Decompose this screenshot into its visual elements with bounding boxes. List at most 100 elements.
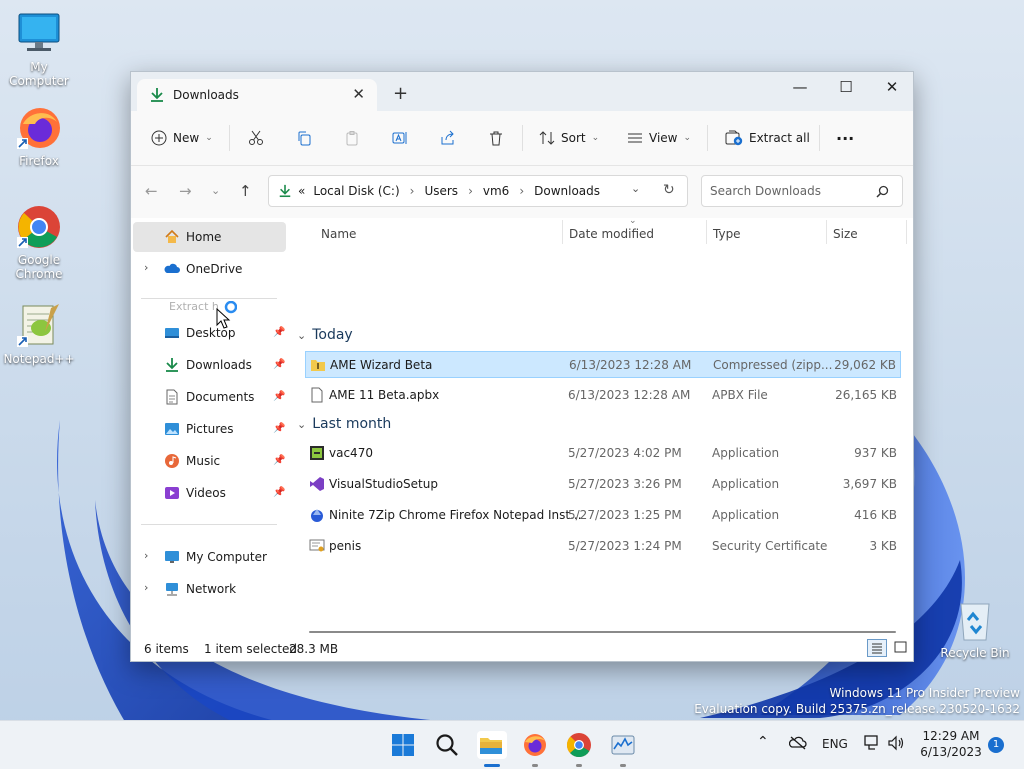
volume-tray-icon[interactable] (887, 735, 905, 754)
nav-item-my-computer[interactable]: › My Computer (133, 542, 286, 572)
file-row[interactable]: Ninite 7Zip Chrome Firefox Notepad Inst.… (305, 502, 901, 529)
file-type: Compressed (zipp... (713, 358, 833, 372)
taskbar-file-explorer[interactable] (477, 731, 507, 767)
breadcrumb-users[interactable]: Users (424, 184, 458, 198)
desktop-icon-recycle-bin[interactable]: Recycle Bin (936, 596, 1014, 660)
share-button[interactable] (440, 125, 456, 151)
chevron-right-icon[interactable]: › (144, 261, 148, 274)
group-header-today[interactable]: ⌄ Today (297, 327, 353, 343)
chevron-right-icon[interactable]: › (144, 581, 148, 594)
close-button[interactable]: ✕ (869, 72, 915, 102)
delete-button[interactable] (488, 125, 504, 151)
more-options-button[interactable]: ··· (836, 125, 854, 151)
group-label: Today (312, 327, 353, 343)
cut-button[interactable] (248, 125, 264, 151)
recent-locations-chevron-icon[interactable]: ⌄ (211, 184, 220, 197)
details-view-toggle[interactable] (867, 639, 887, 657)
maximize-button[interactable]: ☐ (823, 72, 869, 102)
notification-badge[interactable]: 1 (988, 737, 1004, 753)
pin-icon[interactable]: 📌 (273, 423, 285, 434)
onedrive-tray-icon[interactable] (788, 735, 807, 754)
horizontal-scrollbar[interactable] (309, 631, 896, 633)
search-input[interactable]: Search Downloads (701, 175, 903, 207)
address-history-chevron-icon[interactable]: ⌄ (631, 182, 640, 195)
desktop-icon-chrome[interactable]: Google Chrome (0, 203, 78, 281)
sort-button[interactable]: Sort ⌄ (539, 125, 599, 151)
taskbar-chrome[interactable] (565, 731, 593, 767)
file-row[interactable]: vac470 5/27/2023 4:02 PM Application 937… (305, 440, 901, 467)
column-header-date[interactable]: Date modified (569, 227, 654, 241)
clock[interactable]: 12:29 AM 6/13/2023 (918, 728, 984, 760)
nav-item-onedrive[interactable]: › OneDrive (133, 254, 286, 284)
nav-item-downloads[interactable]: Downloads 📌 (133, 350, 286, 380)
taskbar-firefox[interactable] (521, 731, 549, 767)
column-divider[interactable] (906, 220, 907, 244)
copy-icon (298, 131, 311, 146)
network-tray-icon[interactable] (864, 735, 882, 754)
breadcrumb-downloads[interactable]: Downloads (534, 184, 600, 198)
status-selection-size: 28.3 MB (289, 642, 339, 656)
nav-item-label: OneDrive (186, 262, 243, 276)
pin-icon[interactable]: 📌 (273, 391, 285, 402)
file-row[interactable]: AME Wizard Beta 6/13/2023 12:28 AM Compr… (305, 351, 901, 378)
up-arrow-icon[interactable]: ↑ (239, 182, 252, 200)
extract-all-button[interactable]: Extract all (725, 125, 810, 151)
file-row[interactable]: AME 11 Beta.apbx 6/13/2023 12:28 AM APBX… (305, 382, 901, 409)
file-row[interactable]: penis 5/27/2023 1:24 PM Security Certifi… (305, 533, 901, 560)
minimize-button[interactable]: — (777, 72, 823, 102)
file-row[interactable]: VisualStudioSetup 5/27/2023 3:26 PM Appl… (305, 471, 901, 498)
show-hidden-icons-chevron-icon[interactable]: ⌃ (757, 734, 769, 750)
nav-item-music[interactable]: Music 📌 (133, 446, 286, 476)
watermark-line-2: Evaluation copy. Build 25375.zn_release.… (694, 702, 1020, 716)
breadcrumb-separator: › (409, 184, 415, 198)
new-button[interactable]: New ⌄ (151, 125, 213, 151)
title-bar[interactable]: Downloads ✕ + — ☐ ✕ (131, 72, 913, 111)
nav-item-desktop[interactable]: Desktop 📌 (133, 318, 286, 348)
breadcrumb-overflow[interactable]: « (298, 184, 305, 198)
search-button[interactable] (433, 731, 461, 759)
toolbar-divider (707, 125, 708, 151)
column-divider[interactable] (562, 220, 563, 244)
nav-item-videos[interactable]: Videos 📌 (133, 478, 286, 508)
nav-item-home[interactable]: Home (133, 222, 286, 252)
tab-close-icon[interactable]: ✕ (352, 85, 365, 103)
column-header-type[interactable]: Type (713, 227, 741, 241)
address-bar[interactable]: « Local Disk (C:) › Users › vm6 › Downlo… (268, 175, 688, 207)
desktop-icon-label: Google Chrome (15, 253, 63, 281)
taskbar-task-manager[interactable] (609, 731, 637, 767)
cloud-offline-icon (788, 736, 807, 750)
new-tab-button[interactable]: + (393, 83, 408, 104)
start-button[interactable] (389, 731, 417, 759)
breadcrumb-vm6[interactable]: vm6 (483, 184, 509, 198)
desktop-icon-notepadpp[interactable]: Notepad++ (0, 302, 78, 366)
column-header-name[interactable]: Name (321, 227, 356, 241)
view-button[interactable]: View ⌄ (627, 125, 691, 151)
rename-button[interactable] (392, 125, 408, 151)
pin-icon[interactable]: 📌 (273, 327, 285, 338)
language-indicator[interactable]: ENG (822, 737, 848, 751)
group-header-last-month[interactable]: ⌄ Last month (297, 416, 391, 432)
taskbar: ⌃ ENG 12:29 AM 6/13/2023 1 (0, 720, 1024, 769)
tiles-view-toggle[interactable] (891, 639, 911, 657)
column-divider[interactable] (706, 220, 707, 244)
nav-item-documents[interactable]: Documents 📌 (133, 382, 286, 412)
chevron-right-icon[interactable]: › (144, 549, 148, 562)
column-header-size[interactable]: Size (833, 227, 858, 241)
nav-item-network[interactable]: › Network (133, 574, 286, 604)
pin-icon[interactable]: 📌 (273, 487, 285, 498)
nav-item-pictures[interactable]: Pictures 📌 (133, 414, 286, 444)
pin-icon[interactable]: 📌 (273, 359, 285, 370)
tab-downloads[interactable]: Downloads ✕ (137, 79, 377, 111)
refresh-icon[interactable]: ↻ (663, 182, 675, 198)
generic-file-icon (311, 387, 323, 403)
back-arrow-icon[interactable]: ← (145, 182, 158, 200)
copy-button[interactable] (296, 125, 312, 151)
pin-icon[interactable]: 📌 (273, 455, 285, 466)
column-divider[interactable] (826, 220, 827, 244)
forward-arrow-icon[interactable]: → (179, 182, 192, 200)
desktop-icon-label: Recycle Bin (940, 646, 1010, 660)
breadcrumb-local-disk[interactable]: Local Disk (C:) (313, 184, 399, 198)
paste-button[interactable] (344, 125, 360, 151)
desktop-icon-firefox[interactable]: Firefox (0, 104, 78, 168)
desktop-icon-my-computer[interactable]: My Computer (0, 10, 78, 88)
